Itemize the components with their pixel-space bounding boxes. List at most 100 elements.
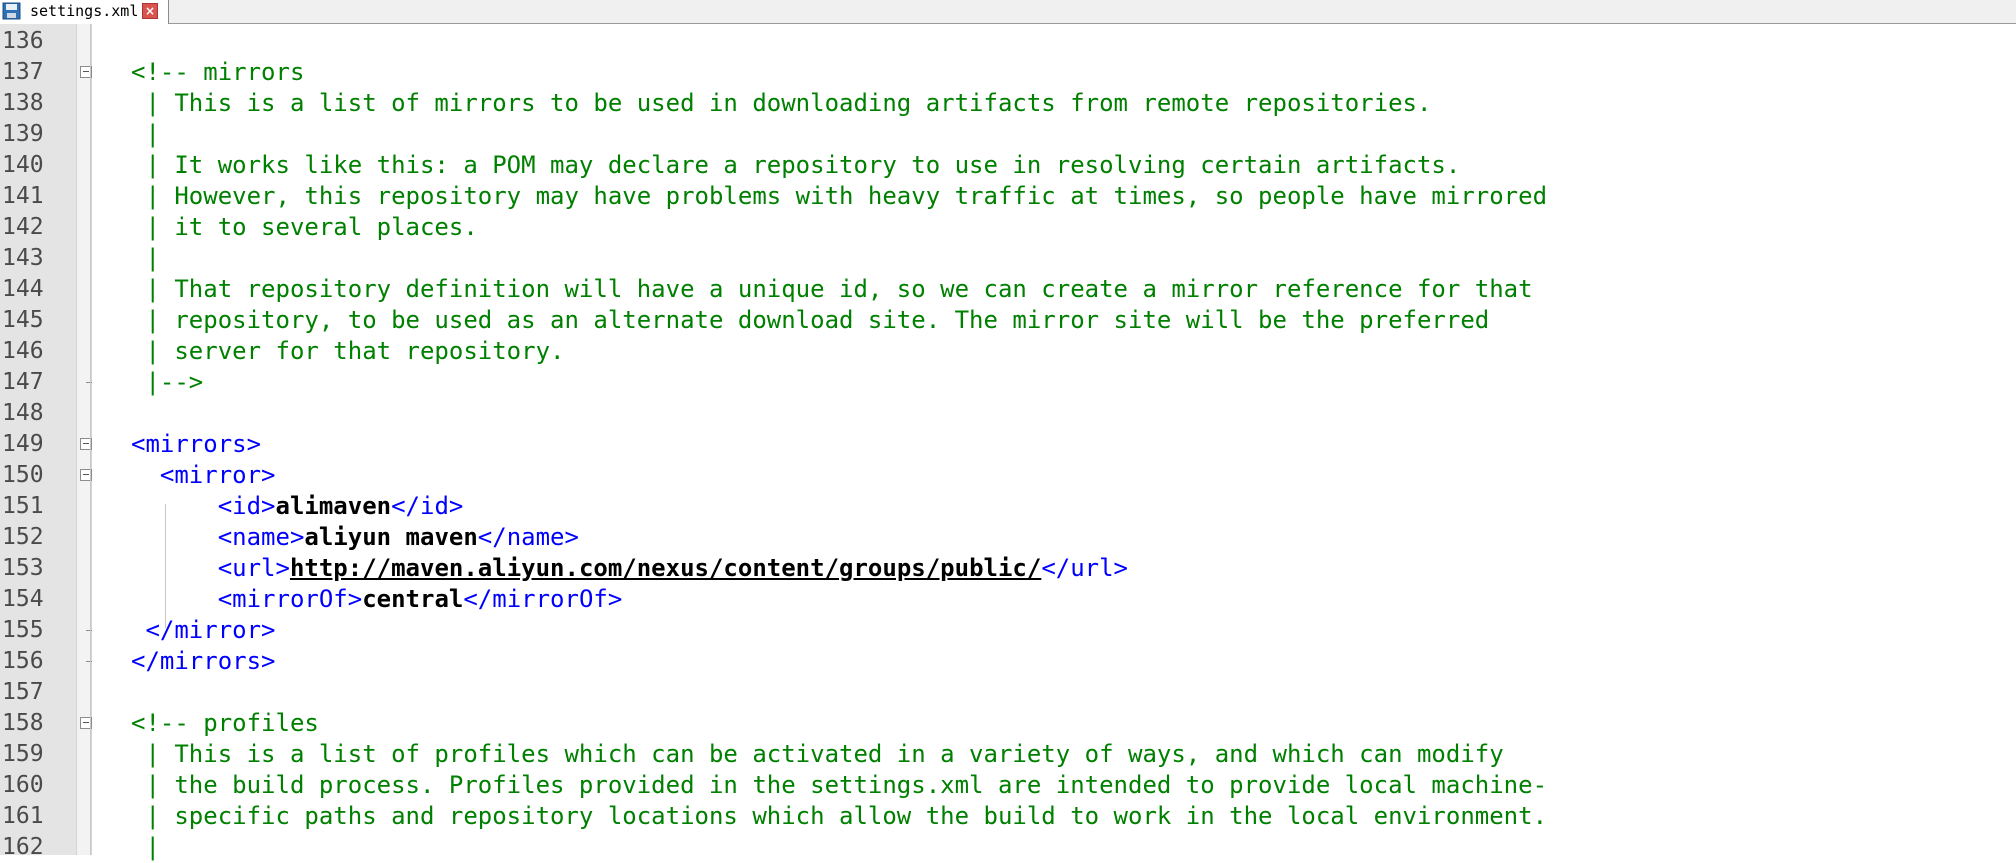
code-text: |--> xyxy=(131,367,203,398)
code-line[interactable]: 141 | However, this repository may have … xyxy=(0,181,2016,212)
line-number: 155 xyxy=(2,617,44,643)
comment-text: | xyxy=(131,120,160,148)
code-line[interactable]: 160 | the build process. Profiles provid… xyxy=(0,770,2016,801)
code-text: <!-- mirrors xyxy=(131,57,304,88)
code-line[interactable]: 145 | repository, to be used as an alter… xyxy=(0,305,2016,336)
xml-open-tag: <mirrorOf> xyxy=(217,585,363,613)
code-line[interactable]: 155 </mirror> xyxy=(0,615,2016,646)
code-line[interactable]: 152 <name>aliyun maven</name> xyxy=(0,522,2016,553)
line-number: 154 xyxy=(2,586,44,612)
code-line[interactable]: 154 <mirrorOf>central</mirrorOf> xyxy=(0,584,2016,615)
code-line[interactable]: 156 </mirrors> xyxy=(0,646,2016,677)
code-line[interactable]: 150 <mirror> xyxy=(0,460,2016,491)
line-number: 146 xyxy=(2,338,44,364)
close-tab-icon[interactable]: × xyxy=(142,3,158,19)
code-editor[interactable]: 136 137 <!-- mirrors 138 | This is a list o… xyxy=(0,24,2016,861)
code-text: | repository, to be used as an alternate… xyxy=(131,305,1489,336)
code-text: </mirrors> xyxy=(131,646,276,677)
code-line[interactable]: 146 | server for that repository. xyxy=(0,336,2016,367)
code-text: | However, this repository may have prob… xyxy=(131,181,1547,212)
code-line[interactable]: 139 | xyxy=(0,119,2016,150)
code-text: <mirror> xyxy=(131,460,276,491)
xml-open-tag: <name> xyxy=(217,523,305,551)
xml-value: central xyxy=(362,585,464,613)
line-number: 144 xyxy=(2,276,44,302)
code-line[interactable]: 144 | That repository definition will ha… xyxy=(0,274,2016,305)
comment-text: <!-- profiles xyxy=(131,709,319,737)
code-line[interactable]: 149 <mirrors> xyxy=(0,429,2016,460)
indent-guide xyxy=(90,24,91,855)
comment-text: | it to several places. xyxy=(131,213,478,241)
line-number: 141 xyxy=(2,183,44,209)
code-line[interactable]: 157 xyxy=(0,677,2016,708)
code-line[interactable]: 159 | This is a list of profiles which c… xyxy=(0,739,2016,770)
comment-text: | repository, to be used as an alternate… xyxy=(131,306,1490,334)
code-line[interactable]: 147 |--> xyxy=(0,367,2016,398)
comment-text: | specific paths and repository location… xyxy=(131,802,1548,830)
code-line[interactable]: 162 | xyxy=(0,832,2016,863)
line-number: 160 xyxy=(2,772,44,798)
code-text: | xyxy=(131,243,160,274)
line-number: 139 xyxy=(2,121,44,147)
code-text: <mirrors> xyxy=(131,429,261,460)
line-number: 152 xyxy=(2,524,44,550)
fold-end-marker xyxy=(86,630,92,631)
xml-open-tag: </mirrors> xyxy=(131,647,276,675)
tab-bar: settings.xml × xyxy=(0,0,2016,24)
line-number: 162 xyxy=(2,834,44,860)
code-line[interactable]: 142 | it to several places. xyxy=(0,212,2016,243)
code-line[interactable]: 161 | specific paths and repository loca… xyxy=(0,801,2016,832)
xml-close-tag: </mirrorOf> xyxy=(463,585,623,613)
line-number: 159 xyxy=(2,741,44,767)
xml-close-tag: </url> xyxy=(1041,554,1129,582)
xml-open-tag: <id> xyxy=(217,492,276,520)
code-line[interactable]: 153 <url>http://maven.aliyun.com/nexus/c… xyxy=(0,553,2016,584)
code-line[interactable]: 136 xyxy=(0,26,2016,57)
line-number: 158 xyxy=(2,710,44,736)
url-link[interactable]: http://maven.aliyun.com/nexus/content/gr… xyxy=(290,554,1041,582)
line-number: 137 xyxy=(2,59,44,85)
code-text: | This is a list of mirrors to be used i… xyxy=(131,88,1431,119)
code-text: <url>http://maven.aliyun.com/nexus/conte… xyxy=(131,553,1128,584)
code-line[interactable]: 158 <!-- profiles xyxy=(0,708,2016,739)
line-number: 145 xyxy=(2,307,44,333)
code-text: <name>aliyun maven</name> xyxy=(131,522,579,553)
code-text: | specific paths and repository location… xyxy=(131,801,1547,832)
xml-value: aliyun maven xyxy=(304,523,478,551)
code-text: <!-- profiles xyxy=(131,708,319,739)
line-number: 151 xyxy=(2,493,44,519)
code-text: <id>alimaven</id> xyxy=(131,491,464,522)
comment-text: | xyxy=(131,244,160,272)
comment-text: | This is a list of mirrors to be used i… xyxy=(131,89,1432,117)
tab-settings-xml[interactable]: settings.xml × xyxy=(0,0,169,24)
comment-text: | That repository definition will have a… xyxy=(131,275,1533,303)
line-number: 147 xyxy=(2,369,44,395)
code-text: | That repository definition will have a… xyxy=(131,274,1533,305)
line-number: 150 xyxy=(2,462,44,488)
xml-close-tag: </name> xyxy=(477,523,579,551)
code-line[interactable]: 151 <id>alimaven</id> xyxy=(0,491,2016,522)
code-text: | it to several places. xyxy=(131,212,478,243)
code-text: | the build process. Profiles provided i… xyxy=(131,770,1547,801)
code-text: | xyxy=(131,832,159,863)
line-number: 142 xyxy=(2,214,44,240)
line-number: 138 xyxy=(2,90,44,116)
line-number: 148 xyxy=(2,400,44,426)
code-text: </mirror> xyxy=(131,615,275,646)
line-number: 143 xyxy=(2,245,44,271)
line-number: 157 xyxy=(2,679,44,705)
xml-open-tag: <mirror> xyxy=(159,461,276,489)
code-line[interactable]: 143 | xyxy=(0,243,2016,274)
fold-end-marker xyxy=(86,382,92,383)
save-file-icon xyxy=(2,2,21,20)
code-line[interactable]: 138 | This is a list of mirrors to be us… xyxy=(0,88,2016,119)
xml-value: alimaven xyxy=(275,492,392,520)
code-line[interactable]: 148 xyxy=(0,398,2016,429)
xml-open-tag: <url> xyxy=(217,554,290,582)
code-line[interactable]: 137 <!-- mirrors xyxy=(0,57,2016,88)
line-number: 153 xyxy=(2,555,44,581)
code-text: | xyxy=(131,119,160,150)
comment-text: | It works like this: a POM may declare … xyxy=(131,151,1461,179)
code-line[interactable]: 140 | It works like this: a POM may decl… xyxy=(0,150,2016,181)
code-text: <mirrorOf>central</mirrorOf> xyxy=(131,584,623,615)
